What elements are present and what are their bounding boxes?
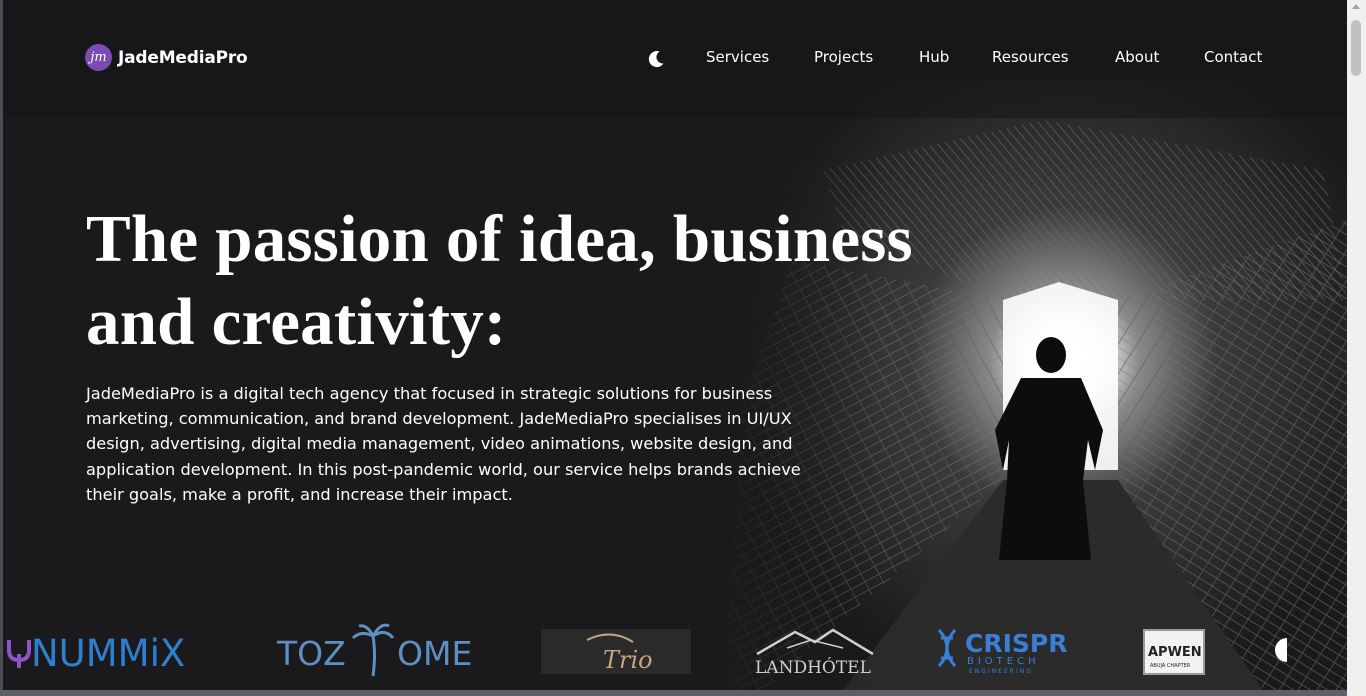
trio-wordmark: Trio bbox=[603, 646, 653, 674]
client-logo-trio: Trio bbox=[541, 629, 691, 674]
crispr-wordmark: CRISPR bbox=[965, 629, 1067, 658]
nummix-wordmark: NUMMiX bbox=[31, 632, 185, 675]
client-logo-crispr: CRISPR BIOTECH ENGINEERING bbox=[937, 629, 1067, 675]
crispr-subtitle: BIOTECH bbox=[967, 656, 1040, 667]
nav-link-resources[interactable]: Resources bbox=[992, 48, 1069, 66]
brand-logo-mark: jm bbox=[85, 44, 112, 71]
client-logo-apwen: APWEN ABUJA CHAPTER bbox=[1143, 629, 1205, 675]
nav-link-contact[interactable]: Contact bbox=[1204, 48, 1262, 66]
scroll-up-arrow-icon[interactable] bbox=[1352, 4, 1360, 9]
landhotel-wordmark: LANDHÓTEL bbox=[755, 657, 871, 678]
palm-tree-icon bbox=[351, 623, 395, 677]
nav-link-projects[interactable]: Projects bbox=[814, 48, 873, 66]
apwen-subtitle: ABUJA CHAPTER bbox=[1150, 663, 1191, 669]
vertical-scrollbar[interactable] bbox=[1347, 0, 1366, 696]
client-logo-partial bbox=[1275, 638, 1287, 662]
top-navbar: jm JadeMediaPro Services Projects Hub Re… bbox=[3, 0, 1347, 118]
client-logo-tozome: TOZ OME bbox=[276, 623, 472, 677]
client-logo-nummix: NUMMiX bbox=[7, 632, 185, 675]
nav-link-services[interactable]: Services bbox=[706, 48, 769, 66]
brand-logo[interactable]: jm JadeMediaPro bbox=[85, 44, 248, 71]
client-logo-landhotel: LANDHÓTEL bbox=[755, 628, 874, 678]
scrollbar-thumb[interactable] bbox=[1351, 20, 1361, 76]
hero-headline-line-1: The passion of idea, business bbox=[86, 202, 913, 276]
nav-link-about[interactable]: About bbox=[1115, 48, 1159, 66]
apwen-wordmark: APWEN bbox=[1148, 645, 1202, 660]
client-logos-strip: NUMMiX TOZ OME Trio LANDHÓTEL CRISPR BIO… bbox=[3, 618, 1347, 690]
window-bottom-edge bbox=[0, 690, 1347, 696]
page-viewport: jm JadeMediaPro Services Projects Hub Re… bbox=[3, 0, 1347, 690]
hero-paragraph: JadeMediaPro is a digital tech agency th… bbox=[86, 384, 801, 504]
hero-headline: The passion of idea, business and creati… bbox=[86, 198, 913, 364]
moon-icon[interactable] bbox=[646, 49, 666, 69]
dna-icon bbox=[937, 629, 957, 667]
nav-link-hub[interactable]: Hub bbox=[919, 48, 949, 66]
crispr-subtitle-2: ENGINEERING bbox=[969, 668, 1033, 675]
tozome-wordmark-left: TOZ bbox=[276, 634, 346, 673]
hero-headline-line-2: and creativity: bbox=[86, 285, 507, 359]
brand-name: JadeMediaPro bbox=[118, 47, 248, 68]
tozome-wordmark-right: OME bbox=[397, 634, 472, 673]
